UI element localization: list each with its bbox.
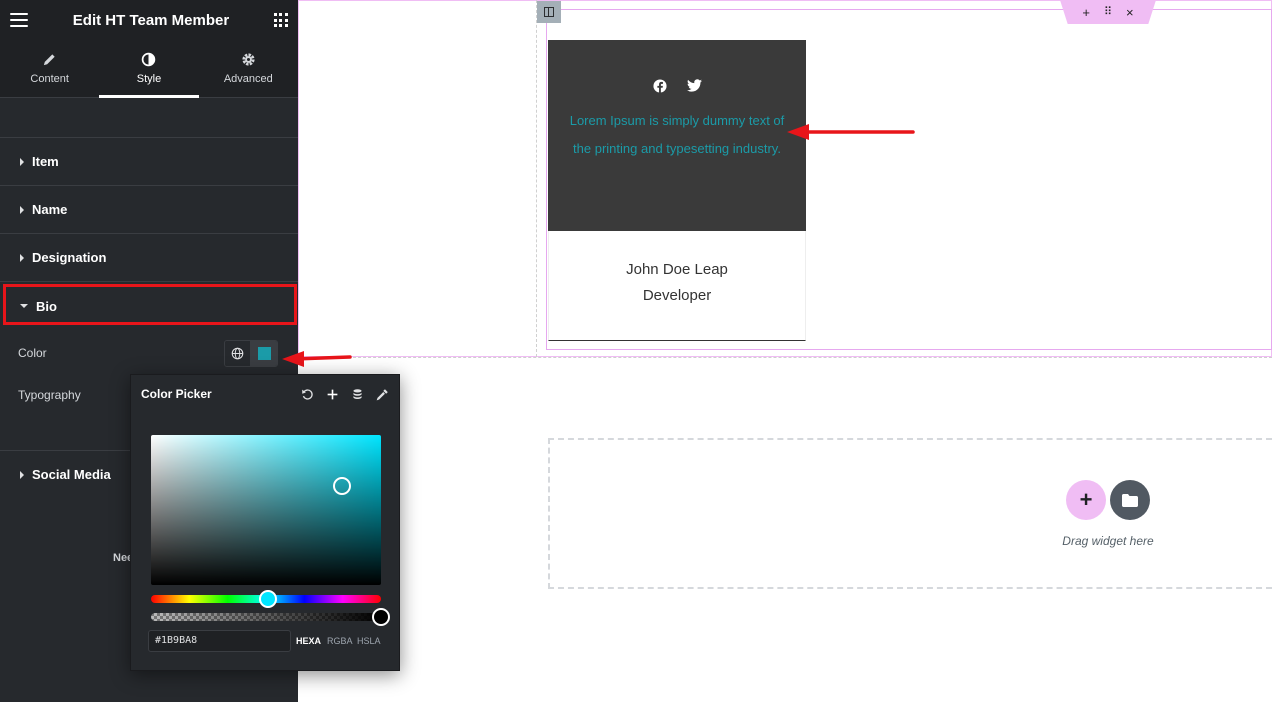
empty-section-dropzone[interactable] [548,438,1272,589]
opacity-handle[interactable] [372,608,390,626]
panel-tabs: Content Style Advanced [0,40,298,98]
format-hexa[interactable]: HEXA [296,636,321,646]
eyedropper-icon[interactable] [376,388,389,401]
annotation-arrow-color [282,351,352,367]
section-divider [298,357,1272,358]
hex-input[interactable]: #1B9BA8 [148,630,291,652]
member-bio: Lorem Ipsum is simply dummy text of the … [569,113,785,156]
tab-content[interactable]: Content [0,40,99,97]
section-social-media-label: Social Media [32,467,111,482]
drag-section-icon[interactable]: ⠿ [1104,6,1112,18]
gear-icon [242,53,255,66]
section-name[interactable]: Name [0,186,298,234]
column-divider [536,0,537,357]
tab-style[interactable]: Style [99,40,199,98]
drag-widget-hint: Drag widget here [1062,534,1154,548]
bio-color-control[interactable] [224,340,278,367]
pencil-icon [44,54,55,66]
tab-style-label: Style [136,73,162,85]
caret-right-icon [20,157,24,166]
bio-color-label: Color [18,346,47,360]
saturation-handle[interactable] [333,477,351,495]
section-name-label: Name [32,202,68,217]
caret-right-icon [20,253,24,262]
section-handle[interactable]: + ⠿ × [1060,0,1156,24]
section-item-label: Item [32,154,59,169]
tab-advanced[interactable]: Advanced [199,40,298,97]
reset-icon[interactable] [301,388,314,401]
globe-icon [231,347,244,360]
global-colors-button[interactable] [225,341,251,366]
hue-slider[interactable] [151,590,381,608]
preview-canvas: + ⠿ × Lorem Ipsum is simply dummy text o… [298,0,1272,702]
opacity-slider[interactable] [151,608,390,626]
format-rgba[interactable]: RGBA [327,636,353,646]
bio-typography-label: Typography [18,388,81,402]
caret-right-icon [20,470,24,479]
tab-content-label: Content [30,73,69,85]
hue-handle[interactable] [259,590,277,608]
panel-header: Edit HT Team Member [0,0,298,40]
saturation-value-area[interactable] [151,435,381,585]
color-swatch [257,347,271,360]
editor-root: Edit HT Team Member Content Style Advanc… [0,0,1272,702]
panel-title: Edit HT Team Member [72,11,230,29]
member-designation: Developer [642,287,712,304]
half-circle-icon [142,52,156,67]
color-swatch-button[interactable] [251,341,277,366]
color-picker-header: Color Picker [131,375,399,413]
plus-icon[interactable] [326,388,339,401]
add-section-button[interactable]: + [1066,480,1106,520]
menu-icon[interactable] [10,13,28,27]
panel-spacer [0,98,298,138]
caret-right-icon [20,205,24,214]
team-card-overlay: Lorem Ipsum is simply dummy text of the … [548,40,806,231]
color-picker-title: Color Picker [141,387,212,401]
column-edit-handle[interactable] [537,1,561,23]
tab-advanced-label: Advanced [223,73,273,85]
close-section-icon[interactable]: × [1126,6,1134,19]
add-template-button[interactable] [1110,480,1150,520]
member-name: John Doe Leap [626,261,728,278]
twitter-icon[interactable] [686,79,702,92]
social-icons [548,79,806,93]
section-item[interactable]: Item [0,138,298,186]
folder-icon [1122,493,1138,507]
widgets-grid-icon[interactable] [273,13,288,27]
section-designation-label: Designation [32,250,107,265]
annotation-arrow-bio [787,124,915,140]
bio-highlight-box [3,284,297,325]
facebook-icon[interactable] [652,79,667,93]
color-picker-popover: Color Picker #1B9BA8 HEXA RGBA HSLA [130,374,400,671]
team-card-info: John Doe Leap Developer [548,231,806,341]
color-picker-tools [301,388,389,401]
database-icon[interactable] [351,388,364,401]
format-hsla[interactable]: HSLA [357,636,381,646]
add-section-icon[interactable]: + [1082,6,1090,19]
section-designation[interactable]: Designation [0,234,298,282]
column-icon [544,7,554,17]
